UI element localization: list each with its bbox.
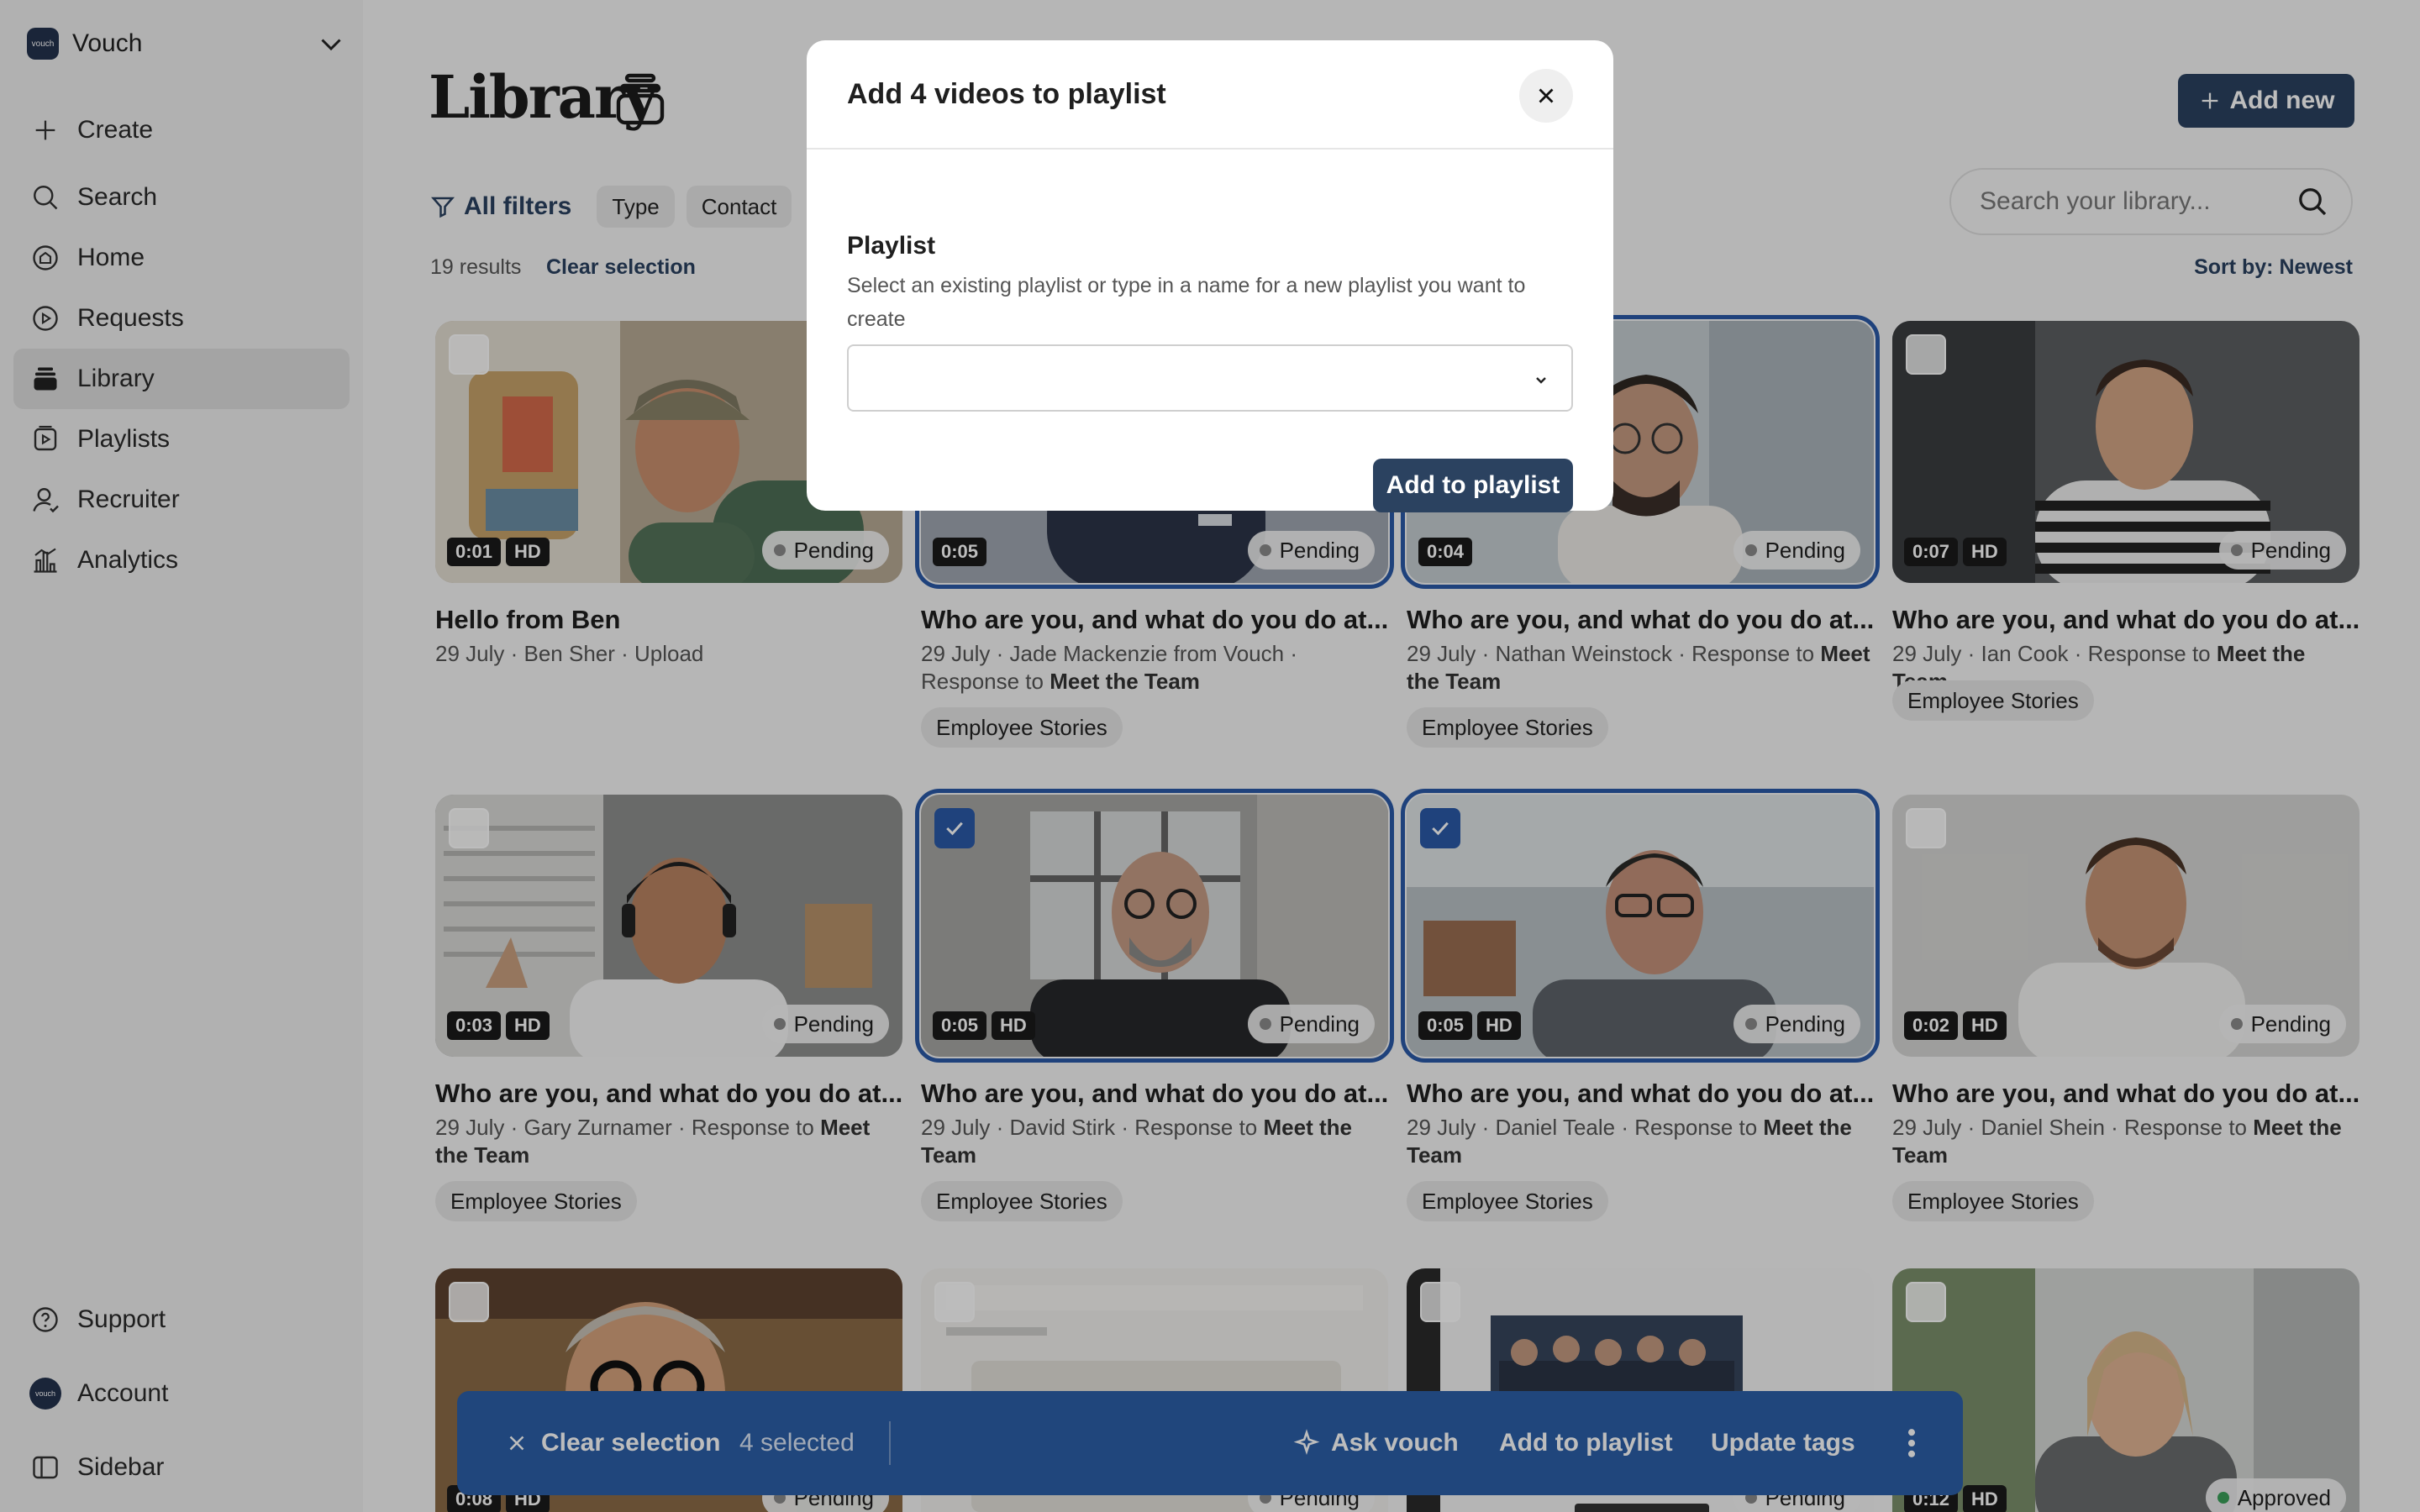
close-icon <box>1539 88 1554 103</box>
playlist-field-label: Playlist <box>847 232 936 260</box>
add-to-playlist-button[interactable]: Add to playlist <box>1373 459 1573 512</box>
playlist-field-help: Select an existing playlist or type in a… <box>847 274 1526 331</box>
add-to-playlist-modal: Add 4 videos to playlist Playlist Select… <box>807 40 1613 512</box>
chevron-down-icon <box>1536 377 1546 384</box>
modal-close-button[interactable] <box>1519 69 1573 123</box>
modal-title: Add 4 videos to playlist <box>807 40 1613 150</box>
playlist-select[interactable] <box>847 344 1573 412</box>
